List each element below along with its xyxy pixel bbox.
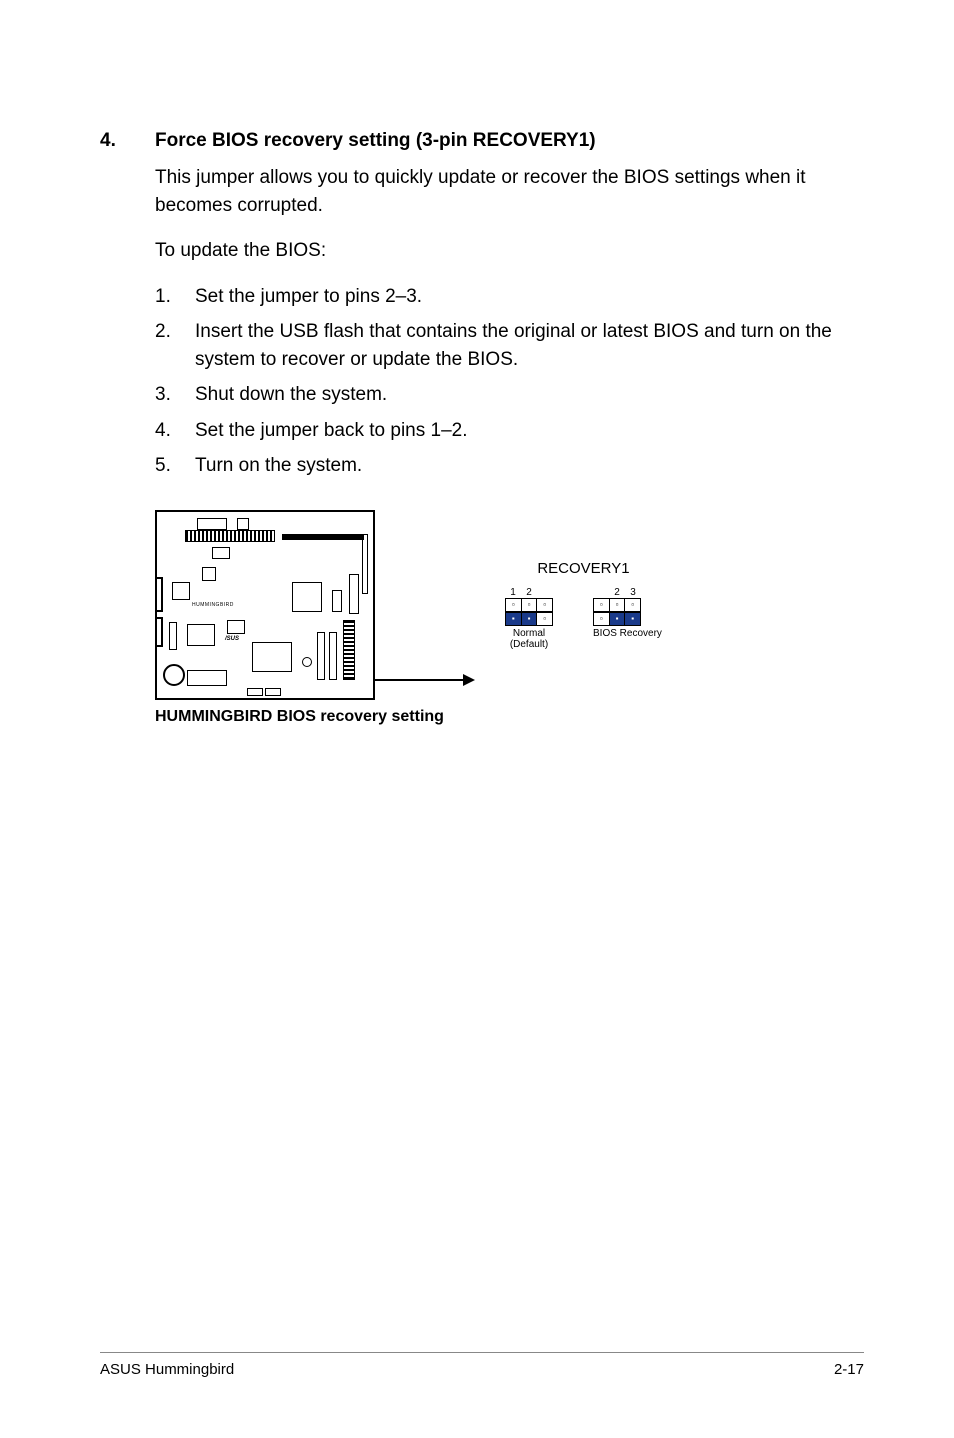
section-heading: 4. Force BIOS recovery setting (3-pin RE…: [100, 130, 864, 152]
step-row: 1. Set the jumper to pins 2–3.: [155, 283, 864, 311]
page-footer: ASUS Hummingbird 2-17: [100, 1352, 864, 1378]
figure: HUMMINGBIRD /SUS RECOVERY1 12 ▫▫▫ ▪▪▫ No…: [155, 510, 864, 726]
step-text: Set the jumper to pins 2–3.: [195, 283, 864, 311]
step-number: 5.: [155, 452, 195, 480]
figure-row: HUMMINGBIRD /SUS RECOVERY1 12 ▫▫▫ ▪▪▫ No…: [155, 510, 864, 700]
jumper-diagram: RECOVERY1 12 ▫▫▫ ▪▪▫ Normal(Default) 23 …: [505, 560, 662, 650]
step-number: 3.: [155, 381, 195, 409]
step-text: Shut down the system.: [195, 381, 864, 409]
jumper-recovery: 23 ▫▫▫ ▫▪▪ BIOS Recovery: [593, 587, 662, 650]
step-row: 5. Turn on the system.: [155, 452, 864, 480]
step-row: 3. Shut down the system.: [155, 381, 864, 409]
board-diagram: HUMMINGBIRD /SUS: [155, 510, 375, 700]
arrow-icon: [375, 670, 475, 690]
intro-paragraph: This jumper allows you to quickly update…: [155, 164, 864, 219]
step-text: Set the jumper back to pins 1–2.: [195, 417, 864, 445]
section-number: 4.: [100, 130, 155, 152]
step-number: 1.: [155, 283, 195, 311]
footer-right: 2-17: [834, 1361, 864, 1378]
recovery-title: RECOVERY1: [505, 560, 662, 577]
step-text: Turn on the system.: [195, 452, 864, 480]
section-body: This jumper allows you to quickly update…: [155, 164, 864, 480]
step-row: 4. Set the jumper back to pins 1–2.: [155, 417, 864, 445]
step-row: 2. Insert the USB flash that contains th…: [155, 318, 864, 373]
board-label: HUMMINGBIRD: [192, 602, 234, 608]
jumper-normal: 12 ▫▫▫ ▪▪▫ Normal(Default): [505, 587, 553, 650]
footer-left: ASUS Hummingbird: [100, 1361, 234, 1378]
page: 4. Force BIOS recovery setting (3-pin RE…: [0, 0, 954, 1438]
step-number: 4.: [155, 417, 195, 445]
sub-intro: To update the BIOS:: [155, 237, 864, 265]
step-number: 2.: [155, 318, 195, 373]
step-text: Insert the USB flash that contains the o…: [195, 318, 864, 373]
section-title: Force BIOS recovery setting (3-pin RECOV…: [155, 130, 596, 152]
figure-caption: HUMMINGBIRD BIOS recovery setting: [155, 708, 864, 726]
